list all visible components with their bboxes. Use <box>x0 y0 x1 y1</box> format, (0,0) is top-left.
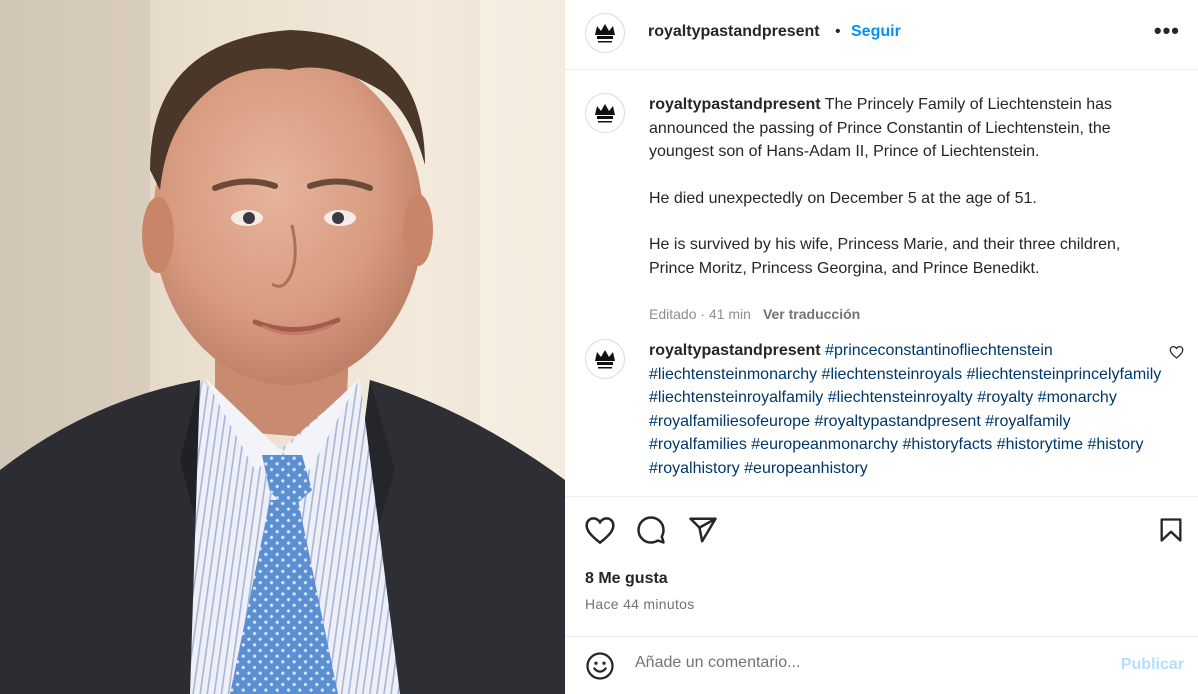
hashtag-link[interactable]: #royaltypastandpresent <box>814 413 980 430</box>
paper-plane-icon[interactable] <box>688 515 718 550</box>
caption-username[interactable]: royaltypastandpresent <box>649 96 821 113</box>
hashtag-link[interactable]: #liechtensteinroyalfamily <box>649 389 823 406</box>
hashtag-link[interactable]: #royalfamiliesofeurope <box>649 413 810 430</box>
post-photo[interactable] <box>0 0 565 694</box>
hashtag-link[interactable]: #europeanmonarchy <box>751 436 898 453</box>
comment-input[interactable] <box>635 654 1095 672</box>
edited-time: Editado · 41 min <box>649 306 751 322</box>
crown-logo-icon <box>595 24 615 43</box>
comment-bubble-icon[interactable] <box>636 515 666 550</box>
hashtag-link[interactable]: #history <box>1087 436 1143 453</box>
profile-avatar[interactable] <box>585 13 625 53</box>
caption-meta: Editado · 41 min Ver traducción <box>649 303 1169 327</box>
hashtag-link[interactable]: #historyfacts <box>902 436 992 453</box>
post-actions: 8 Me gusta Hace 44 minutos <box>565 496 1198 636</box>
see-translation-link[interactable]: Ver traducción <box>763 306 860 322</box>
hashtag-link[interactable]: #liechtensteinroyalty <box>828 389 973 406</box>
hashtag-link[interactable]: #europeanhistory <box>744 460 868 477</box>
hashtag-link[interactable]: #monarchy <box>1038 389 1117 406</box>
hashtag-comment-text: royaltypastandpresent #princeconstantino… <box>649 339 1169 480</box>
caption-paragraph: royaltypastandpresent The Princely Famil… <box>649 93 1169 164</box>
hashtag-link[interactable]: #liechtensteinprincelyfamily <box>967 366 1162 383</box>
post-timestamp[interactable]: Hace 44 minutos <box>585 596 695 612</box>
hashtag-link[interactable]: #royalfamily <box>985 413 1070 430</box>
emoji-icon[interactable] <box>585 651 615 686</box>
caption-paragraph-3: He is survived by his wife, Princess Mar… <box>649 236 1121 277</box>
comments-scroll-area[interactable]: royaltypastandpresent The Princely Famil… <box>565 71 1198 496</box>
crown-logo-icon <box>595 350 615 369</box>
caption-paragraph-2: He died unexpectedly on December 5 at th… <box>649 189 1037 207</box>
post-header: royaltypastandpresent • Seguir ••• <box>565 0 1198 70</box>
add-comment-bar: Publicar <box>565 636 1198 694</box>
hashtag-link[interactable]: #royalty <box>977 389 1033 406</box>
caption-avatar[interactable] <box>585 93 625 133</box>
comment-avatar[interactable] <box>585 339 625 379</box>
header-separator: • <box>835 23 841 40</box>
hashtag-link[interactable]: #historytime <box>997 436 1083 453</box>
hashtag-link[interactable]: #liechtensteinmonarchy <box>649 366 817 383</box>
crown-logo-icon <box>595 104 615 123</box>
hashtag-link[interactable]: #princeconstantinofliechtenstein <box>825 342 1053 359</box>
post-comment-button[interactable]: Publicar <box>1121 656 1184 674</box>
hashtag-link[interactable]: #royalfamilies <box>649 436 747 453</box>
portrait-image <box>0 0 565 694</box>
more-options-icon[interactable]: ••• <box>1154 20 1180 42</box>
caption-text: royaltypastandpresent The Princely Famil… <box>649 93 1169 327</box>
comment-username[interactable]: royaltypastandpresent <box>649 342 821 359</box>
hashtag-link[interactable]: #liechtensteinroyals <box>822 366 963 383</box>
follow-button[interactable]: Seguir <box>851 23 901 41</box>
header-username[interactable]: royaltypastandpresent <box>648 23 820 41</box>
heart-icon[interactable] <box>584 515 616 550</box>
small-heart-icon[interactable] <box>1169 345 1184 364</box>
bookmark-icon[interactable] <box>1157 515 1185 550</box>
likes-count[interactable]: 8 Me gusta <box>585 570 668 588</box>
hashtag-link[interactable]: #royalhistory <box>649 460 740 477</box>
post-side-panel: royaltypastandpresent • Seguir ••• royal… <box>565 0 1198 694</box>
